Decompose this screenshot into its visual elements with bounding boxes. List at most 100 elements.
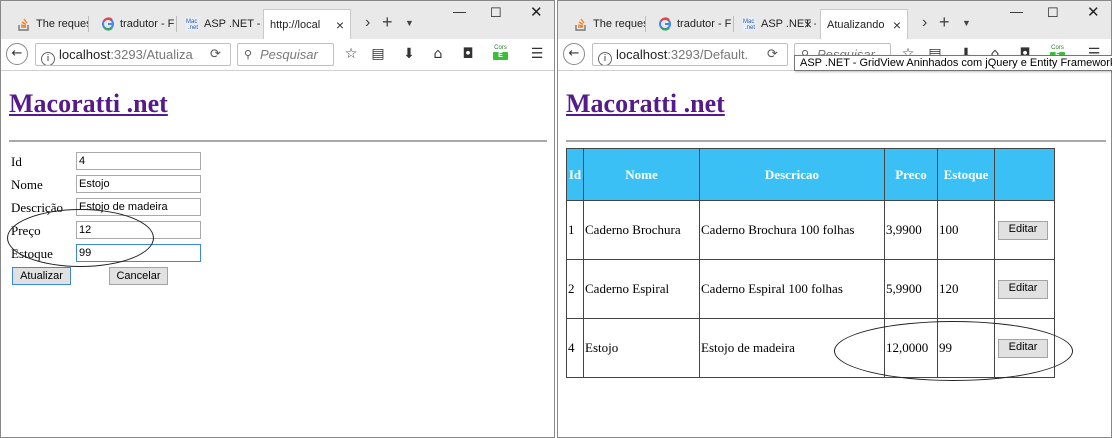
cell-preco: 3,9900 <box>884 200 938 260</box>
reload-icon[interactable]: ⟳ <box>210 47 221 62</box>
preco-label: Preço <box>11 223 41 238</box>
tab-list-chevron-icon[interactable]: ▼ <box>405 18 414 28</box>
tab-label: tradutor - F <box>677 18 732 30</box>
tab-macoratti[interactable]: Mac .net ASP .NET - <box>181 9 261 39</box>
tab-strip: The reques tradutor - F Mac .net ASP .NET… <box>558 1 1111 39</box>
column-header-nome: Nome <box>583 148 700 201</box>
column-header-actions <box>994 148 1055 201</box>
cors-extension-icon[interactable]: CorsE <box>493 45 508 62</box>
search-input[interactable]: ⚲ Pesquisar <box>237 43 334 66</box>
url-path: :3293/Atualiza <box>110 47 193 62</box>
url-bar[interactable]: i localhost:3293/Atualiza <box>35 43 231 66</box>
page-title[interactable]: Macoratti .net <box>9 89 168 119</box>
macoratti-icon: Mac.net <box>185 17 199 31</box>
stack-overflow-icon <box>575 18 586 31</box>
cancel-button[interactable]: Cancelar <box>109 267 168 285</box>
info-icon[interactable]: i <box>598 52 612 65</box>
estoque-field[interactable]: 99 <box>76 244 201 262</box>
close-tab-icon[interactable]: × <box>804 16 812 32</box>
tab-separator <box>733 16 734 32</box>
google-icon <box>102 17 114 31</box>
descricao-field[interactable]: Estojo de madeira <box>76 198 201 216</box>
minimize-icon[interactable]: — <box>1010 4 1023 19</box>
cell-action: Editar <box>994 318 1055 378</box>
maximize-icon[interactable]: ☐ <box>1047 5 1059 21</box>
search-placeholder: Pesquisar <box>260 47 318 62</box>
cell-nome: Estojo <box>583 318 700 378</box>
descricao-label: Descrição <box>11 200 63 215</box>
info-icon[interactable]: i <box>41 52 55 65</box>
products-grid: Id Nome Descricao Preco Estoque 1 Cadern… <box>566 148 1055 378</box>
tab-label: http://local <box>270 18 321 31</box>
reload-icon[interactable]: ⟳ <box>767 47 778 62</box>
edit-button[interactable]: Editar <box>998 221 1048 240</box>
hamburger-menu-icon[interactable]: ☰ <box>529 46 545 62</box>
tab-scroll-right-icon[interactable]: › <box>365 14 370 32</box>
cell-id: 1 <box>566 200 584 260</box>
pocket-icon[interactable]: ◘ <box>460 46 476 62</box>
page-title[interactable]: Macoratti .net <box>566 89 725 119</box>
url-path: :3293/Default. <box>667 47 749 62</box>
tab-google[interactable]: tradutor - F <box>97 9 177 39</box>
id-label: Id <box>11 154 22 169</box>
tab-separator <box>645 16 646 32</box>
nav-bar: ← i localhost:3293/Atualiza ⟳ ⚲ Pesquisar … <box>1 39 554 71</box>
preco-field[interactable]: 12 <box>76 221 201 239</box>
svg-text:.net: .net <box>745 25 755 31</box>
url-host: localhost <box>59 47 111 62</box>
back-arrow-icon[interactable]: ← <box>563 43 585 65</box>
cell-descricao: Caderno Espiral 100 folhas <box>699 259 885 319</box>
cell-nome: Caderno Espiral <box>583 259 700 319</box>
tab-separator <box>176 16 177 32</box>
cors-badge: E <box>493 52 508 60</box>
stack-overflow-icon <box>18 18 29 31</box>
cell-action: Editar <box>994 259 1055 319</box>
id-field[interactable]: 4 <box>76 152 201 170</box>
new-tab-icon[interactable]: + <box>939 12 950 33</box>
close-tab-icon[interactable]: × <box>336 17 344 33</box>
tab-google[interactable]: tradutor - F <box>654 9 734 39</box>
new-tab-icon[interactable]: + <box>382 12 393 33</box>
column-header-id: Id <box>566 148 584 201</box>
cell-estoque: 120 <box>937 259 995 319</box>
tab-list-chevron-icon[interactable]: ▼ <box>962 18 971 28</box>
maximize-icon[interactable]: ☐ <box>490 5 502 21</box>
tab-macoratti[interactable]: Mac .net ASP .NET - × <box>738 9 816 39</box>
column-header-estoque: Estoque <box>937 148 995 201</box>
tab-label: The reques <box>36 18 89 30</box>
close-window-icon[interactable]: ✕ <box>530 3 543 21</box>
tab-stackoverflow[interactable]: The reques <box>570 9 646 39</box>
downloads-icon[interactable]: ⬇ <box>401 46 417 62</box>
tab-separator <box>88 16 89 32</box>
estoque-label: Estoque <box>11 246 53 261</box>
back-arrow-icon[interactable]: ← <box>6 43 28 65</box>
cell-descricao: Caderno Brochura 100 folhas <box>699 200 885 260</box>
edit-button[interactable]: Editar <box>998 339 1048 358</box>
tab-active-page[interactable]: http://local × <box>263 9 351 39</box>
close-tab-icon[interactable]: × <box>893 17 901 33</box>
reading-list-icon[interactable]: ▤ <box>370 46 386 62</box>
tab-scroll-right-icon[interactable]: › <box>922 14 927 32</box>
close-window-icon[interactable]: ✕ <box>1087 3 1100 21</box>
cell-estoque: 100 <box>937 200 995 260</box>
minimize-icon[interactable]: — <box>453 4 466 19</box>
cell-action: Editar <box>994 200 1055 260</box>
table-row: 4 Estojo Estojo de madeira 12,0000 99 Ed… <box>566 318 1055 378</box>
tab-active-page[interactable]: Atualizando × <box>820 9 908 39</box>
cell-id: 2 <box>566 259 584 319</box>
cell-id: 4 <box>566 318 584 378</box>
cell-preco: 12,0000 <box>884 318 938 378</box>
cell-descricao: Estojo de madeira <box>699 318 885 378</box>
edit-button[interactable]: Editar <box>998 280 1048 299</box>
home-icon[interactable]: ⌂ <box>430 46 446 62</box>
update-button[interactable]: Atualizar <box>12 267 71 285</box>
table-row: 2 Caderno Espiral Caderno Espiral 100 fo… <box>566 259 1055 319</box>
tab-stackoverflow[interactable]: The reques <box>13 9 89 39</box>
column-header-descricao: Descricao <box>699 148 885 201</box>
url-bar[interactable]: i localhost:3293/Default. <box>592 43 788 66</box>
nome-field[interactable]: Estojo <box>76 175 201 193</box>
divider <box>9 140 547 142</box>
bookmark-star-icon[interactable]: ☆ <box>343 46 359 62</box>
macoratti-icon: Mac.net <box>742 17 756 31</box>
cell-preco: 5,9900 <box>884 259 938 319</box>
